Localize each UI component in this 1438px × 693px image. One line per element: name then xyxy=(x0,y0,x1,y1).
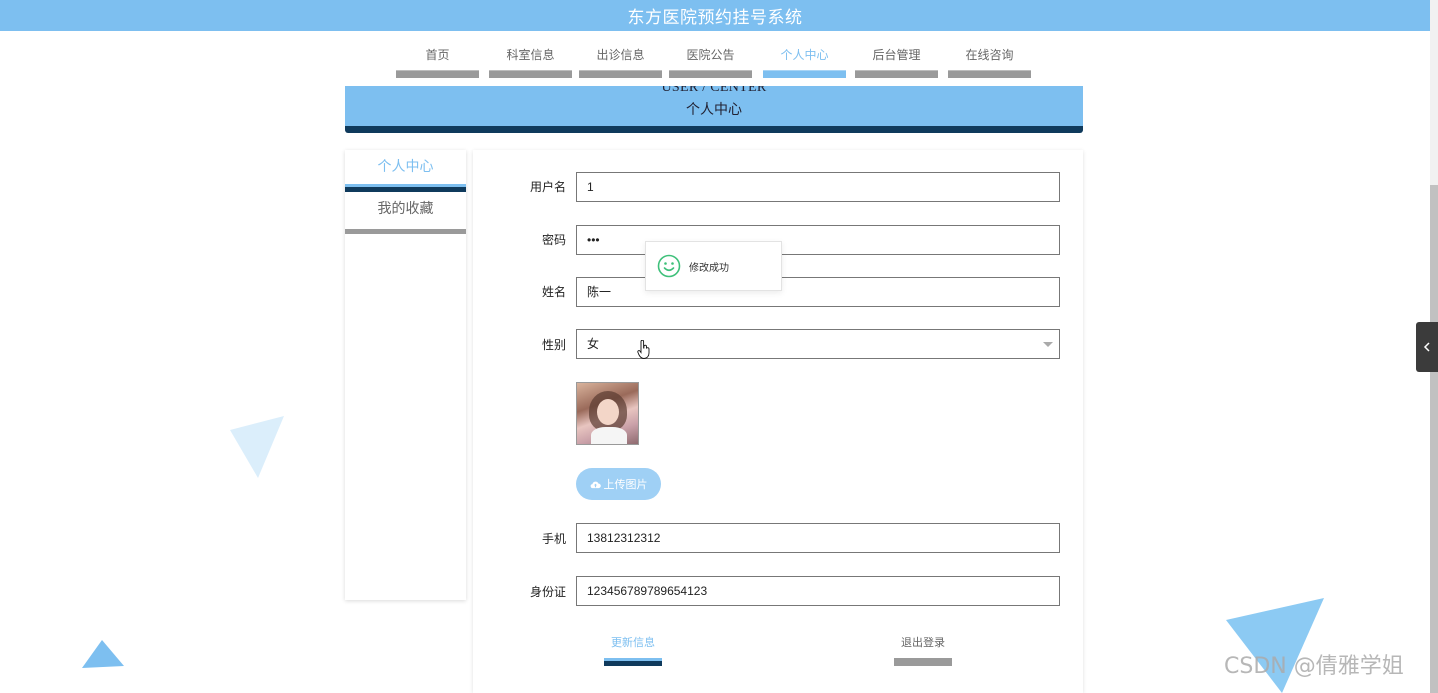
phone-label: 手机 xyxy=(541,532,566,546)
nav-item-home[interactable]: 首页 xyxy=(396,44,479,78)
smile-icon xyxy=(657,254,681,278)
nav-item-departments[interactable]: 科室信息 xyxy=(489,44,572,78)
name-label: 姓名 xyxy=(541,285,566,299)
chevron-left-icon xyxy=(1423,342,1430,352)
nav-label: 后台管理 xyxy=(872,48,921,62)
banner-title-en: USER / CENTER xyxy=(661,86,767,95)
decorative-triangle xyxy=(230,416,284,478)
app-title: 东方医院预约挂号系统 xyxy=(627,8,803,28)
sidebar-item-label: 我的收藏 xyxy=(377,201,434,217)
app-header: 东方医院预约挂号系统 xyxy=(0,0,1430,31)
nav-item-schedule[interactable]: 出诊信息 xyxy=(579,44,662,78)
avatar xyxy=(576,382,639,445)
sidebar-item-favorites[interactable]: 我的收藏 xyxy=(345,192,466,234)
nav-item-admin[interactable]: 后台管理 xyxy=(855,44,938,78)
nav-item-user-center[interactable]: 个人中心 xyxy=(763,44,846,78)
nav-label: 在线咨询 xyxy=(965,48,1014,62)
upload-image-button[interactable]: 上传图片 xyxy=(576,468,661,500)
username-input[interactable]: 1 xyxy=(576,172,1060,202)
phone-input[interactable]: 13812312312 xyxy=(576,523,1060,553)
update-info-button[interactable]: 更新信息 xyxy=(604,636,662,666)
upload-label: 上传图片 xyxy=(603,478,648,491)
nav-label: 出诊信息 xyxy=(596,48,645,62)
main-nav: 首页 科室信息 出诊信息 医院公告 个人中心 后台管理 在线咨询 xyxy=(0,44,1430,80)
section-banner: USER / CENTER 个人中心 xyxy=(345,86,1083,133)
id-card-input[interactable]: 123456789789654123 xyxy=(576,576,1060,606)
nav-label: 首页 xyxy=(425,48,450,62)
nav-item-consult[interactable]: 在线咨询 xyxy=(948,44,1031,78)
sidebar-item-user-center[interactable]: 个人中心 xyxy=(345,150,466,192)
chevron-down-icon xyxy=(1043,342,1053,347)
watermark: CSDN @倩雅学姐 xyxy=(1224,654,1404,679)
banner-title-cn: 个人中心 xyxy=(686,102,742,118)
side-drawer-toggle[interactable] xyxy=(1416,322,1438,372)
gender-value: 女 xyxy=(587,337,600,351)
nav-label: 个人中心 xyxy=(780,48,829,62)
logout-label: 退出登录 xyxy=(901,636,945,649)
username-label: 用户名 xyxy=(529,180,566,194)
decorative-triangle xyxy=(82,640,124,668)
hand-cursor-icon xyxy=(637,340,650,359)
nav-item-announcements[interactable]: 医院公告 xyxy=(669,44,752,78)
toast-message: 修改成功 xyxy=(689,262,729,274)
scrollbar-thumb[interactable] xyxy=(1430,185,1438,693)
nav-label: 医院公告 xyxy=(686,48,735,62)
id-card-label: 身份证 xyxy=(529,585,566,599)
logout-button[interactable]: 退出登录 xyxy=(894,636,952,666)
cloud-upload-icon xyxy=(590,481,601,488)
update-label: 更新信息 xyxy=(611,636,655,649)
sidebar-item-label: 个人中心 xyxy=(377,159,434,175)
success-toast: 修改成功 xyxy=(645,241,782,291)
nav-label: 科室信息 xyxy=(506,48,555,62)
password-label: 密码 xyxy=(541,233,566,247)
gender-label: 性别 xyxy=(541,338,566,352)
sidebar: 个人中心 我的收藏 xyxy=(345,150,466,600)
page: 东方医院预约挂号系统 首页 科室信息 出诊信息 医院公告 个人中心 后台管理 在… xyxy=(0,0,1438,693)
